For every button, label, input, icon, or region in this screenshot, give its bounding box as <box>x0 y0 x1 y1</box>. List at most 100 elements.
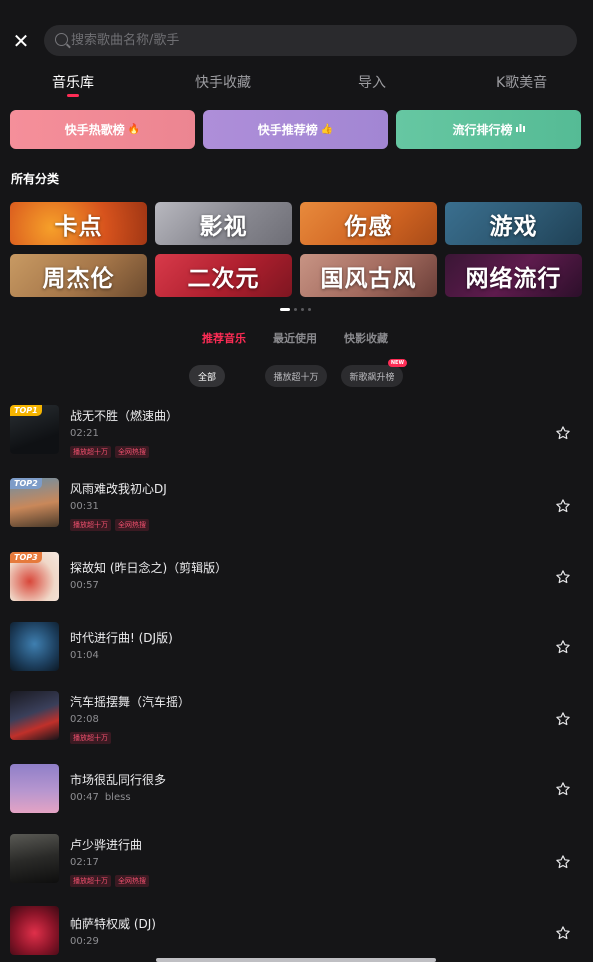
song-tag: 播放超十万 <box>70 446 111 458</box>
category-label: 国风古风 <box>320 265 417 292</box>
list-item[interactable]: 时代进行曲! (DJ版) 01:04 <box>0 615 593 681</box>
song-title: 卢少骅进行曲 <box>70 838 143 852</box>
thumbs-up-icon: 👍 <box>320 124 334 135</box>
category-label: 游戏 <box>489 213 538 240</box>
tab-label: 快手收藏 <box>195 75 251 91</box>
tab-music-library[interactable]: 音乐库 <box>52 72 94 97</box>
song-duration: 02:21 <box>70 428 99 439</box>
new-badge: NEW <box>387 359 407 367</box>
song-title: 时代进行曲! (DJ版) <box>70 631 173 645</box>
song-cover: TOP2 <box>10 478 59 527</box>
song-tag: 播放超十万 <box>70 875 111 887</box>
rank-label: 快手热歌榜 <box>64 123 125 137</box>
category-label: 二次元 <box>187 265 260 292</box>
song-title: 市场很乱同行很多 <box>70 773 167 787</box>
song-duration: 02:08 <box>70 714 99 725</box>
tab-recently-used[interactable]: 最近使用 <box>273 330 317 346</box>
song-tag: 播放超十万 <box>70 519 111 531</box>
list-item[interactable]: 汽车摇摆舞（汽车摇） 02:08 播放超十万 <box>0 684 593 750</box>
song-duration: 01:04 <box>70 650 99 661</box>
song-meta: 00:29 <box>70 936 99 947</box>
list-item[interactable]: 卢少骅进行曲 02:17 播放超十万 全网热搜 <box>0 827 593 893</box>
category-internet-pop[interactable]: 网络流行 <box>445 254 582 297</box>
category-anime[interactable]: 二次元 <box>155 254 292 297</box>
chip-new-songs-chart[interactable]: 新歌飙升榜 NEW <box>341 359 407 387</box>
song-artist: bless <box>104 792 131 803</box>
popular-chart-button[interactable]: 流行排行榜 <box>396 110 581 149</box>
song-cover <box>10 764 59 813</box>
chip-all[interactable]: 全部 <box>189 365 225 387</box>
active-tab-indicator <box>67 94 79 97</box>
hot-songs-chart-button[interactable]: 快手热歌榜 🔥 <box>10 110 195 149</box>
category-label: 伤感 <box>344 213 393 240</box>
tab-label: 音乐库 <box>52 75 94 91</box>
category-film[interactable]: 影视 <box>155 202 292 245</box>
tab-label: 导入 <box>358 75 386 91</box>
rank-buttons: 快手热歌榜 🔥 快手推荐榜 👍 流行排行榜 <box>10 110 582 149</box>
tab-karaoke[interactable]: K歌美音 <box>496 72 547 92</box>
favorite-star-icon[interactable] <box>555 498 571 514</box>
chip-label: 全部 <box>197 372 216 383</box>
close-icon[interactable]: ✕ <box>10 30 32 52</box>
category-kadian[interactable]: 卡点 <box>10 202 147 245</box>
song-tags: 播放超十万 全网热搜 <box>70 519 153 531</box>
chip-over-100k-plays[interactable]: 播放超十万 <box>265 365 327 387</box>
search-icon <box>55 33 68 46</box>
list-item[interactable]: TOP3 探故知 (昨日念之)（剪辑版） 00:57 <box>0 545 593 611</box>
category-grid: 卡点 影视 伤感 游戏 周杰伦 二次元 国风古风 网络流行 <box>10 202 582 298</box>
tab-label: K歌美音 <box>496 75 548 91</box>
song-tag: 播放超十万 <box>70 732 111 744</box>
filter-chips: 全部 播放超十万 新歌飙升榜 NEW <box>0 359 593 389</box>
category-game[interactable]: 游戏 <box>445 202 582 245</box>
recommended-chart-button[interactable]: 快手推荐榜 👍 <box>203 110 388 149</box>
song-title: 探故知 (昨日念之)（剪辑版） <box>70 561 228 575</box>
page-dot <box>294 308 297 311</box>
song-duration: 00:47 <box>70 792 99 803</box>
bar-chart-icon <box>515 124 525 135</box>
tab-import[interactable]: 导入 <box>358 72 386 92</box>
rank-label: 流行排行榜 <box>452 123 513 137</box>
category-label: 影视 <box>199 213 248 240</box>
song-meta: 00:57 <box>70 580 99 591</box>
flame-icon: 🔥 <box>127 124 141 135</box>
list-item[interactable]: TOP1 战无不胜（燃速曲） 02:21 播放超十万 全网热搜 <box>0 398 593 464</box>
favorite-star-icon[interactable] <box>555 854 571 870</box>
favorite-star-icon[interactable] <box>555 781 571 797</box>
list-item[interactable]: 市场很乱同行很多 00:47 bless <box>0 757 593 823</box>
song-meta: 00:47 bless <box>70 792 131 803</box>
music-sub-tabs: 推荐音乐 最近使用 快影收藏 <box>0 330 593 350</box>
page-dot <box>301 308 304 311</box>
tab-recommended-music[interactable]: 推荐音乐 <box>202 330 246 346</box>
song-tags: 播放超十万 <box>70 732 115 744</box>
list-item[interactable]: 帕萨特权威 (DJ) 00:29 <box>0 899 593 962</box>
category-label: 卡点 <box>54 213 103 240</box>
tab-kuaishou-favorites[interactable]: 快手收藏 <box>195 72 251 92</box>
favorite-star-icon[interactable] <box>555 425 571 441</box>
favorite-star-icon[interactable] <box>555 711 571 727</box>
song-meta: 02:08 <box>70 714 99 725</box>
category-jay-chou[interactable]: 周杰伦 <box>10 254 147 297</box>
tab-kuaiying-favorites[interactable]: 快影收藏 <box>344 330 388 346</box>
categories-title: 所有分类 <box>11 172 60 186</box>
page-dot <box>280 308 290 311</box>
search-bar[interactable] <box>44 25 577 56</box>
chip-label: 播放超十万 <box>273 372 319 383</box>
main-tabs: 音乐库 快手收藏 导入 K歌美音 <box>0 70 593 100</box>
list-item[interactable]: TOP2 风雨难改我初心DJ 00:31 播放超十万 全网热搜 <box>0 471 593 537</box>
top-bar: ✕ <box>0 24 593 58</box>
song-meta: 02:17 <box>70 857 99 868</box>
song-tag: 全网热搜 <box>115 519 149 531</box>
song-meta: 00:31 <box>70 501 99 512</box>
category-label: 周杰伦 <box>42 265 115 292</box>
category-guofeng[interactable]: 国风古风 <box>300 254 437 297</box>
favorite-star-icon[interactable] <box>555 569 571 585</box>
favorite-star-icon[interactable] <box>555 925 571 941</box>
song-duration: 00:57 <box>70 580 99 591</box>
song-meta: 02:21 <box>70 428 99 439</box>
song-title: 帕萨特权威 (DJ) <box>70 917 156 931</box>
favorite-star-icon[interactable] <box>555 639 571 655</box>
song-tags: 播放超十万 全网热搜 <box>70 446 153 458</box>
search-input[interactable] <box>71 25 551 56</box>
category-sad[interactable]: 伤感 <box>300 202 437 245</box>
song-cover: TOP3 <box>10 552 59 601</box>
